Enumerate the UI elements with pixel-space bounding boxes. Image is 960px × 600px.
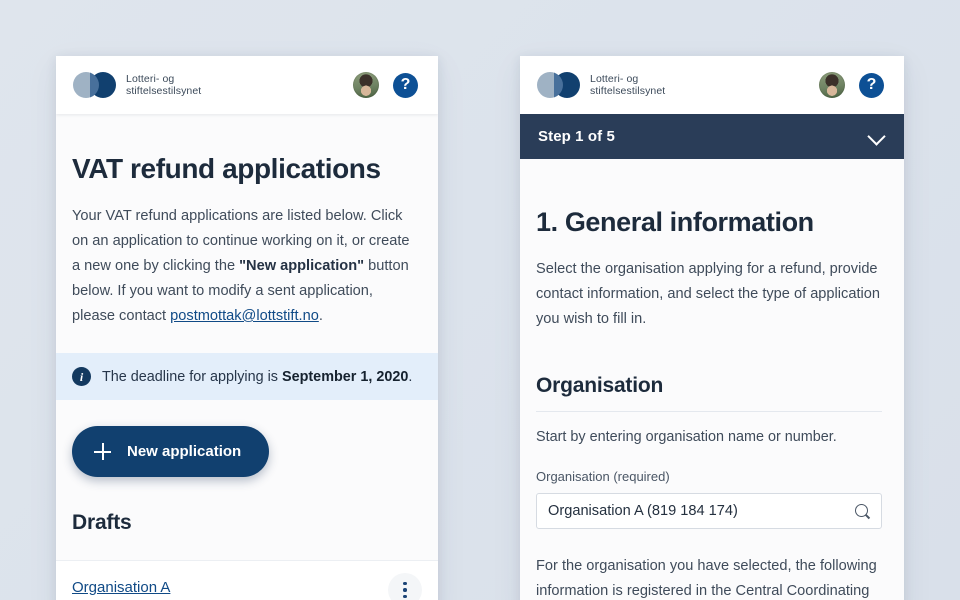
plus-icon [94, 443, 111, 460]
form-body: 1. General information Select the organi… [520, 159, 904, 600]
logo-line-2: stiftelsestilsynet [590, 85, 666, 97]
drafts-heading: Drafts [72, 511, 132, 534]
brand-logo[interactable]: Lotteri- og stiftelsestilsynet [73, 71, 201, 99]
logo-line-1: Lotteri- og [126, 72, 175, 85]
step-progress-bar[interactable]: Step 1 of 5 [520, 114, 904, 159]
brand-logo-text-right: Lotteri- og stiftelsestilsynet [590, 73, 665, 98]
help-icon[interactable]: ? [393, 72, 418, 98]
section-title: 1. General information [536, 207, 814, 237]
new-application-button[interactable]: New application [72, 426, 270, 477]
avatar[interactable] [819, 72, 845, 98]
organisation-hint: Start by entering organisation name or n… [536, 429, 837, 445]
two-circles-logo-icon [73, 71, 117, 99]
drafts-list: Organisation A [56, 560, 438, 600]
applications-card: Lotteri- og stiftelsestilsynet ? VAT refu… [56, 56, 438, 600]
avatar[interactable] [353, 72, 379, 98]
step-label: Step 1 of 5 [538, 128, 615, 145]
header-actions-right: ? [819, 72, 884, 98]
organisation-search-input[interactable] [548, 503, 854, 519]
info-icon: i [72, 367, 91, 386]
deadline-text-before: The deadline for applying is [102, 368, 282, 385]
section-description: Select the organisation applying for a r… [536, 261, 880, 327]
deadline-text-after: . [408, 368, 413, 385]
organisation-subheading: Organisation [536, 374, 664, 397]
chevron-down-icon[interactable] [868, 129, 884, 145]
new-application-button-label: New application [127, 443, 242, 460]
organisation-search-field[interactable] [536, 493, 882, 529]
deadline-text: The deadline for applying is September 1… [102, 369, 412, 385]
two-circles-logo-icon [537, 71, 581, 99]
registry-info-text: For the organisation you have selected, … [536, 558, 877, 599]
app-header: Lotteri- og stiftelsestilsynet ? [56, 56, 438, 114]
intro-text-3: . [318, 308, 323, 324]
application-form-card: Lotteri- og stiftelsestilsynet ? Step 1 o… [520, 56, 904, 600]
search-icon[interactable] [854, 503, 871, 520]
deadline-info-banner: i The deadline for applying is September… [56, 353, 438, 400]
logo-line-2: stiftelsestilsynet [126, 85, 202, 97]
applications-body: VAT refund applications Your VAT refund … [56, 114, 438, 600]
intro-paragraph: Your VAT refund applications are listed … [56, 185, 438, 329]
page-title: VAT refund applications [72, 153, 381, 184]
kebab-menu-icon[interactable] [388, 573, 422, 600]
header-actions: ? [353, 72, 418, 98]
app-header-right: Lotteri- og stiftelsestilsynet ? [520, 56, 904, 114]
contact-email-link[interactable]: postmottak@lottstift.no [170, 308, 319, 324]
organisation-field-label: Organisation (required) [536, 469, 670, 484]
deadline-date: September 1, 2020 [282, 368, 409, 385]
help-icon[interactable]: ? [859, 72, 884, 98]
brand-logo-right[interactable]: Lotteri- og stiftelsestilsynet [537, 71, 665, 99]
intro-bold: "New application" [239, 258, 365, 274]
logo-line-1: Lotteri- og [590, 72, 639, 85]
list-item[interactable]: Organisation A [72, 579, 170, 596]
brand-logo-text: Lotteri- og stiftelsestilsynet [126, 73, 201, 98]
